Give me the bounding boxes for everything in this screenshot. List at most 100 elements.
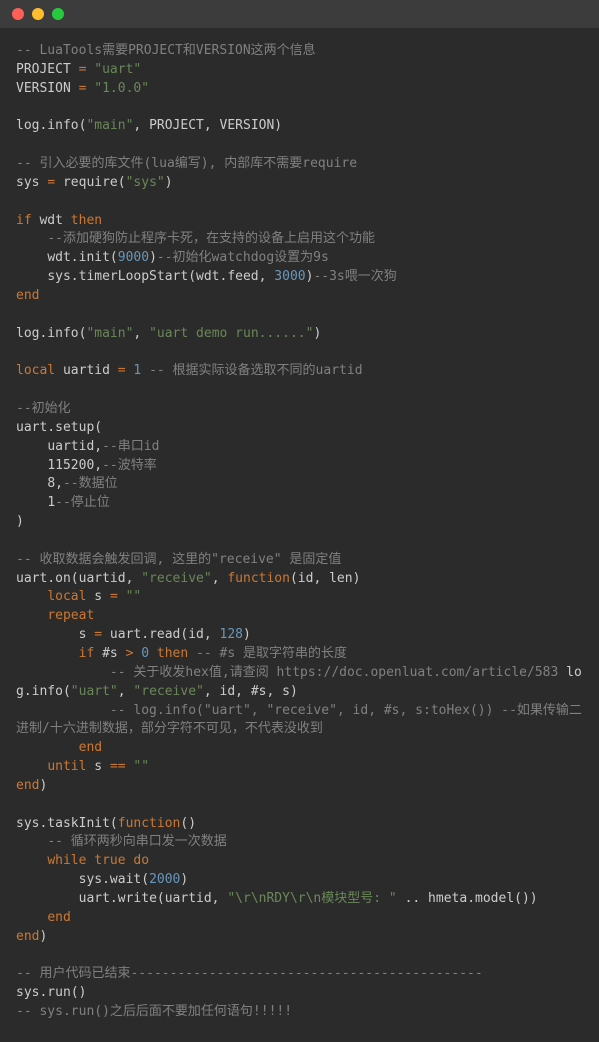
code-string: "" xyxy=(126,759,149,774)
code-text: uart.write(uartid, xyxy=(16,891,227,906)
code-string: "uart" xyxy=(86,62,141,77)
code-comment: --3s喂一次狗 xyxy=(313,269,396,284)
window-titlebar xyxy=(0,0,599,28)
code-string: "main" xyxy=(86,326,133,341)
code-text: uartid xyxy=(55,363,118,378)
code-comment: --串口id xyxy=(102,439,159,454)
code-text: #s xyxy=(94,646,125,661)
code-number: 0 xyxy=(133,646,149,661)
code-comment: --停止位 xyxy=(55,495,110,510)
code-string: "1.0.0" xyxy=(86,81,149,96)
code-text: s xyxy=(86,589,109,604)
code-string: "receive" xyxy=(141,571,211,586)
code-comment: -- LuaTools需要PROJECT和VERSION这两个信息 xyxy=(16,43,316,58)
code-text: 1 xyxy=(16,495,55,510)
code-string: "receive" xyxy=(133,684,203,699)
code-number: 3000 xyxy=(274,269,305,284)
code-text: () xyxy=(180,816,196,831)
code-text: sys xyxy=(16,175,47,190)
code-keyword: local xyxy=(16,363,55,378)
code-operator: = xyxy=(118,363,126,378)
code-number: 128 xyxy=(220,627,243,642)
code-text: VERSION xyxy=(16,81,79,96)
code-text: ) xyxy=(313,326,321,341)
code-keyword: true xyxy=(86,853,125,868)
code-string: "main" xyxy=(86,118,133,133)
code-comment: -- 关于收发hex值,请查阅 https://doc.openluat.com… xyxy=(16,665,566,680)
code-text: .. hmeta.model()) xyxy=(397,891,538,906)
code-text: sys.run() xyxy=(16,985,86,1000)
code-text: require( xyxy=(55,175,125,190)
code-text: (id, len) xyxy=(290,571,360,586)
code-text: uartid, xyxy=(16,439,102,454)
code-text: ) xyxy=(16,514,24,529)
code-text: , xyxy=(118,684,134,699)
code-keyword: then xyxy=(71,213,102,228)
code-text: 115200, xyxy=(16,458,102,473)
code-text: , PROJECT, VERSION) xyxy=(133,118,282,133)
code-text: log.info( xyxy=(16,118,86,133)
code-text: wdt xyxy=(32,213,71,228)
code-text: sys.wait( xyxy=(16,872,149,887)
code-keyword: function xyxy=(227,571,290,586)
code-keyword: then xyxy=(149,646,188,661)
code-text: sys.taskInit( xyxy=(16,816,118,831)
code-text: , xyxy=(212,571,228,586)
code-text: ) xyxy=(243,627,251,642)
code-number: 2000 xyxy=(149,872,180,887)
code-text: uart.on(uartid, xyxy=(16,571,141,586)
code-operator: = xyxy=(47,175,55,190)
code-comment: -- 循环两秒向串口发一次数据 xyxy=(16,834,227,849)
code-editor: -- LuaTools需要PROJECT和VERSION这两个信息 PROJEC… xyxy=(0,28,599,1036)
code-text: s xyxy=(86,759,109,774)
code-string: "\r\nRDY\r\n模块型号: " xyxy=(227,891,396,906)
code-keyword: end xyxy=(16,929,39,944)
code-keyword: end xyxy=(16,778,39,793)
maximize-icon[interactable] xyxy=(52,8,64,20)
code-comment: --初始化 xyxy=(16,401,71,416)
code-text: ) xyxy=(180,872,188,887)
code-comment: -- 引入必要的库文件(lua编写), 内部库不需要require xyxy=(16,156,357,171)
code-text: , id, #s, s) xyxy=(204,684,298,699)
code-string: "" xyxy=(118,589,141,604)
code-text: log.info( xyxy=(16,326,86,341)
code-comment: --数据位 xyxy=(63,476,118,491)
code-operator: = xyxy=(110,589,118,604)
code-text: PROJECT xyxy=(16,62,79,77)
code-keyword: local xyxy=(16,589,86,604)
code-string: "uart demo run......" xyxy=(149,326,313,341)
code-operator: == xyxy=(110,759,126,774)
code-number: 9000 xyxy=(118,250,149,265)
code-comment: --添加硬狗防止程序卡死，在支持的设备上启用这个功能 xyxy=(16,231,375,246)
code-text: ) xyxy=(39,929,47,944)
code-number: 1 xyxy=(126,363,142,378)
code-comment: -- 根据实际设备选取不同的uartid xyxy=(141,363,362,378)
code-text: s xyxy=(16,627,94,642)
code-text: uart.setup( xyxy=(16,420,102,435)
code-string: "sys" xyxy=(126,175,165,190)
code-comment: -- 用户代码已结束------------------------------… xyxy=(16,966,483,981)
code-keyword: while xyxy=(16,853,86,868)
code-comment: --波特率 xyxy=(102,458,157,473)
minimize-icon[interactable] xyxy=(32,8,44,20)
code-comment: -- #s 是取字符串的长度 xyxy=(188,646,347,661)
code-keyword: if xyxy=(16,213,32,228)
code-keyword: do xyxy=(126,853,149,868)
code-text: ) xyxy=(39,778,47,793)
code-comment: -- 收取数据会触发回调, 这里的"receive" 是固定值 xyxy=(16,552,341,567)
code-text: uart.read(id, xyxy=(102,627,219,642)
code-comment: --初始化watchdog设置为9s xyxy=(157,250,329,265)
code-text: ) xyxy=(165,175,173,190)
code-text: 8, xyxy=(16,476,63,491)
code-text: ) xyxy=(149,250,157,265)
code-string: "uart" xyxy=(71,684,118,699)
code-keyword: function xyxy=(118,816,181,831)
code-operator: = xyxy=(94,627,102,642)
code-keyword: if xyxy=(16,646,94,661)
code-keyword: end xyxy=(16,910,71,925)
code-keyword: end xyxy=(16,288,39,303)
code-text: sys.timerLoopStart(wdt.feed, xyxy=(16,269,274,284)
code-keyword: until xyxy=(16,759,86,774)
code-text: wdt.init( xyxy=(16,250,118,265)
close-icon[interactable] xyxy=(12,8,24,20)
